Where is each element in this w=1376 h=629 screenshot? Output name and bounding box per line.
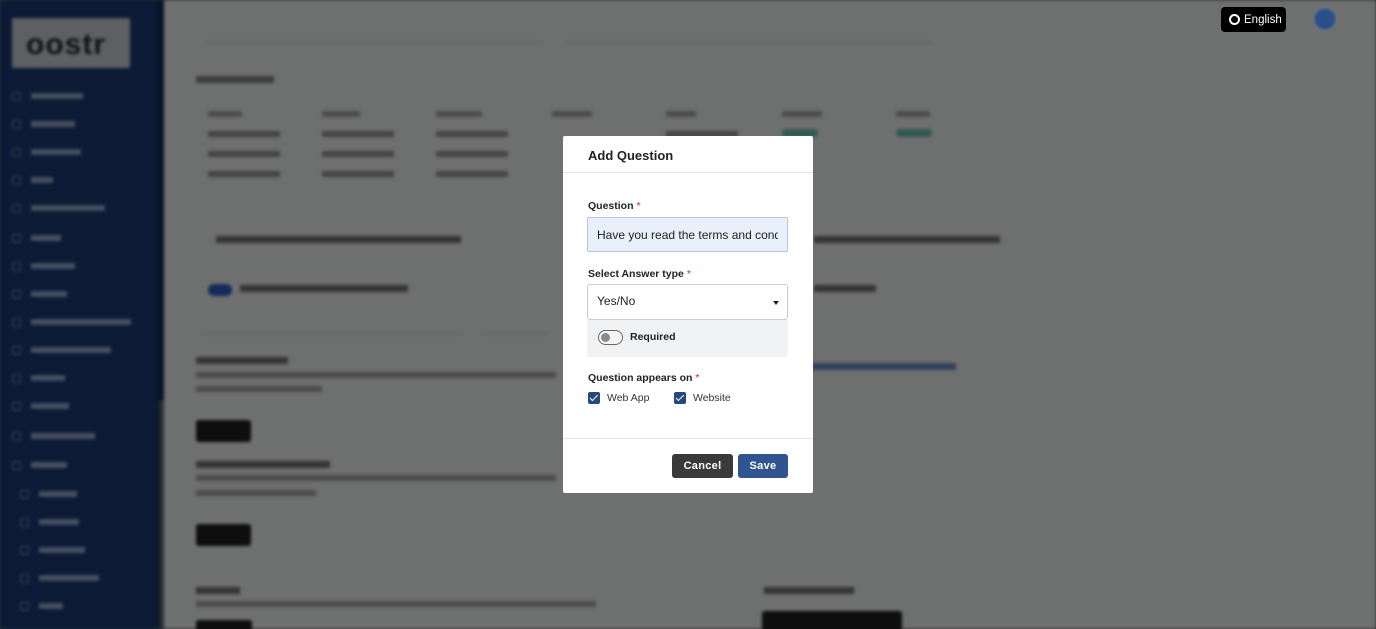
required-toggle[interactable]: [598, 330, 623, 345]
question-input[interactable]: [587, 217, 788, 252]
required-marker: *: [695, 372, 700, 384]
website-checkbox[interactable]: [674, 392, 686, 404]
language-button[interactable]: English: [1221, 7, 1286, 32]
user-avatar[interactable]: [1314, 8, 1336, 30]
toggle-knob: [601, 333, 610, 342]
answer-type-label: Select Answer type *: [588, 268, 691, 280]
modal-header: Add Question: [563, 136, 813, 173]
add-question-modal: Add Question Question * Select Answer ty…: [563, 136, 813, 493]
web-app-option[interactable]: Web App: [588, 392, 649, 404]
globe-icon: [1229, 14, 1240, 25]
web-app-checkbox[interactable]: [588, 392, 600, 404]
language-label: English: [1244, 13, 1282, 26]
appears-on-label: Question appears on *: [588, 372, 700, 384]
website-option[interactable]: Website: [674, 392, 731, 404]
website-label: Website: [693, 392, 731, 404]
required-toggle-row: Required: [587, 320, 788, 357]
cancel-button[interactable]: Cancel: [672, 454, 733, 478]
answer-type-value: Yes/No: [597, 294, 636, 308]
web-app-label: Web App: [607, 392, 650, 404]
required-marker: *: [636, 200, 641, 212]
save-button[interactable]: Save: [738, 454, 788, 478]
required-marker: *: [686, 268, 691, 280]
modal-title: Add Question: [588, 148, 674, 163]
answer-type-select[interactable]: Yes/No: [587, 284, 788, 320]
caret-down-icon: [773, 301, 779, 305]
modal-footer: Cancel Save: [563, 438, 813, 493]
question-label: Question *: [588, 200, 641, 212]
required-toggle-label: Required: [630, 331, 676, 343]
